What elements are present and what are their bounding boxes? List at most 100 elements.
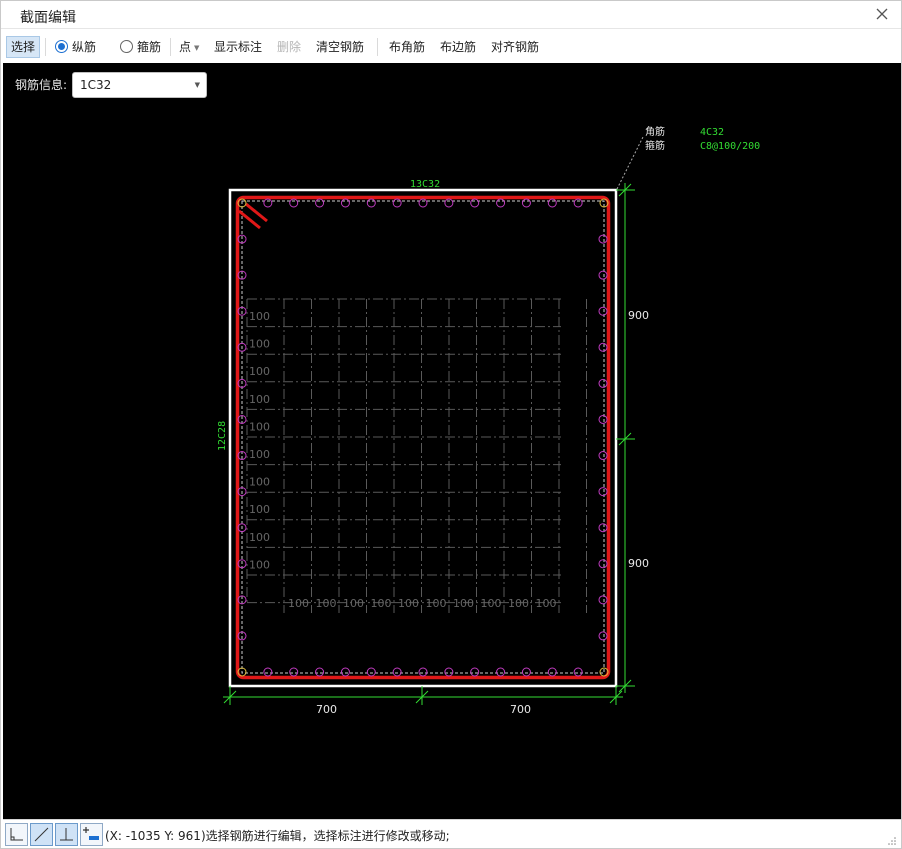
delete-button[interactable]: 删除 — [277, 36, 301, 58]
edge-rebar — [573, 667, 583, 677]
align-rebar-button[interactable]: 对齐钢筋 — [491, 36, 539, 58]
select-button[interactable]: 选择 — [6, 36, 41, 58]
radio-checked-icon — [55, 40, 68, 53]
edge-rebar — [598, 342, 608, 352]
grid-label: 100 — [481, 597, 502, 610]
edge-rebar — [289, 667, 299, 677]
grid-label: 100 — [398, 597, 419, 610]
stirrup-radio[interactable]: 箍筋 — [120, 36, 161, 58]
edge-rebar — [598, 631, 608, 641]
edge-rebar — [263, 198, 273, 208]
grid-label: 100 — [426, 597, 447, 610]
ortho-icon[interactable] — [5, 823, 28, 846]
edge-rebar — [598, 523, 608, 533]
grid-label: 100 — [249, 476, 270, 489]
edge-rebar — [573, 198, 583, 208]
toolbar-divider — [45, 38, 46, 56]
grid-label: 100 — [371, 597, 392, 610]
status-text: (X: -1035 Y: 961)选择钢筋进行编辑，选择标注进行修改或移动; — [105, 829, 450, 843]
edge-rebar — [547, 198, 557, 208]
toolbar-divider — [170, 38, 171, 56]
grid-label: 100 — [249, 503, 270, 516]
longitudinal-radio[interactable]: 纵筋 — [55, 36, 96, 58]
edge-rebar — [340, 198, 350, 208]
dimension-bottom-left: 700 — [316, 703, 337, 716]
point-dropdown[interactable]: 点 ▼ — [179, 36, 199, 58]
edge-rebar — [315, 198, 325, 208]
chevron-down-icon: ▼ — [194, 44, 200, 52]
grid-label: 100 — [316, 597, 337, 610]
add-dimension-icon[interactable] — [80, 823, 103, 846]
resize-grip-icon[interactable] — [887, 835, 897, 845]
drawing-canvas[interactable]: 100 100 100 100 100 100 100 100 100 100 100 100 100 1… — [3, 63, 901, 819]
corner-rebar-button[interactable]: 布角筋 — [389, 36, 425, 58]
window-title: 截面编辑 — [20, 10, 76, 26]
title-bar: 截面编辑 — [1, 1, 901, 29]
corner-value: 4C32 — [700, 127, 724, 138]
point-label: 点 — [179, 40, 192, 54]
close-icon[interactable] — [873, 5, 891, 23]
section-outline[interactable] — [228, 188, 618, 688]
grid-label: 100 — [453, 597, 474, 610]
grid-label: 100 — [249, 365, 270, 378]
stirrup-label: 箍筋 — [645, 139, 665, 152]
edge-rebar — [315, 667, 325, 677]
perpendicular-icon[interactable] — [55, 823, 78, 846]
chevron-down-icon: ▼ — [194, 81, 200, 89]
edge-rebar — [366, 198, 376, 208]
section-edit-window: 截面编辑 选择 纵筋 箍筋 点 ▼ 显示标注 删除 清空钢筋 布角筋 布边筋 对齐… — [0, 0, 902, 849]
show-dimension-button[interactable]: 显示标注 — [214, 36, 262, 58]
slope-icon[interactable] — [30, 823, 53, 846]
section-boundary — [228, 188, 618, 688]
grid-label: 100 — [249, 448, 270, 461]
background-grid: 100 100 100 100 100 100 100 100 100 100 100 100 100 1… — [246, 298, 587, 613]
grid-label: 100 — [249, 531, 270, 544]
grid-label: 100 — [536, 597, 557, 610]
edge-rebar — [547, 667, 557, 677]
status-bar: (X: -1035 Y: 961)选择钢筋进行编辑，选择标注进行修改或移动; — [3, 819, 901, 848]
stirrup-value: C8@100/200 — [700, 141, 760, 152]
clear-rebar-button[interactable]: 清空钢筋 — [316, 36, 364, 58]
grid-label: 100 — [249, 338, 270, 351]
radio-unchecked-icon — [120, 40, 133, 53]
edge-rebar — [598, 378, 608, 388]
edge-rebar — [470, 667, 480, 677]
edge-rebar — [598, 306, 608, 316]
grid-label: 100 — [249, 310, 270, 323]
grid-label: 100 — [288, 597, 309, 610]
longitudinal-label: 纵筋 — [72, 40, 97, 54]
toolbar-divider — [377, 38, 378, 56]
leader-line — [616, 136, 644, 190]
edge-rebar — [392, 667, 402, 677]
edge-rebar — [418, 667, 428, 677]
dimension-group[interactable]: 900 900 700 700 — [223, 183, 649, 716]
grid-label: 100 — [249, 558, 270, 571]
toolbar: 选择 纵筋 箍筋 点 ▼ 显示标注 删除 清空钢筋 布角筋 布边筋 对齐钢筋 — [3, 31, 901, 63]
edge-rebar — [470, 198, 480, 208]
edge-rebar-button[interactable]: 布边筋 — [440, 36, 476, 58]
grid-label: 100 — [508, 597, 529, 610]
grid-label: 100 — [343, 597, 364, 610]
edge-rebar — [444, 667, 454, 677]
label-group[interactable]: 13C32 12C28 角筋 4C32 箍筋 C8@100/200 — [217, 125, 760, 451]
section-drawing: 100 100 100 100 100 100 100 100 100 100 100 100 100 1… — [217, 125, 760, 716]
rebar-info-select[interactable]: 1C32 ▼ — [72, 72, 207, 98]
top-rebar-label: 13C32 — [410, 179, 440, 190]
edge-rebar — [366, 667, 376, 677]
edge-rebar — [289, 198, 299, 208]
rebar-info-label: 钢筋信息: — [15, 78, 68, 92]
grid-label: 100 — [249, 393, 270, 406]
edge-rebar — [521, 198, 531, 208]
edge-rebar — [598, 414, 608, 424]
edge-rebar — [392, 198, 402, 208]
dimension-right-top: 900 — [628, 309, 649, 322]
edge-rebar — [598, 451, 608, 461]
edge-rebar — [598, 270, 608, 280]
rebar-info-value: 1C32 — [80, 78, 112, 92]
corner-label: 角筋 — [645, 125, 665, 138]
edge-rebar — [598, 595, 608, 605]
edge-rebar — [521, 667, 531, 677]
dimension-bottom-right: 700 — [510, 703, 531, 716]
edge-rebar — [598, 559, 608, 569]
stirrup-label: 箍筋 — [137, 40, 162, 54]
